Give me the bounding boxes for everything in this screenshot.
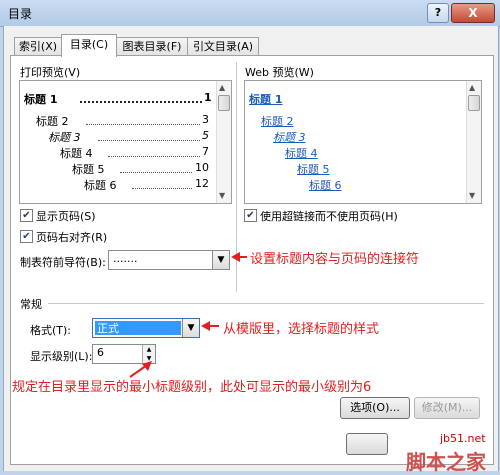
print-preview-scrollbar[interactable]: ▲ ▼ [216, 81, 231, 203]
leader-dots [132, 188, 192, 189]
web-link-2[interactable]: 标题 2 [261, 113, 294, 129]
use-hyperlinks-label: 使用超链接而不使用页码(H) [260, 210, 398, 223]
preview-page-2: 3 [202, 113, 209, 126]
preview-heading-1: 标题 1 [24, 93, 58, 106]
annotation-format: 从模版里，选择标题的样式 [223, 322, 380, 337]
preview-heading-6: 标题 6 [84, 179, 117, 192]
right-align-checkbox[interactable]: ✔ [20, 230, 33, 243]
watermark-site: jb51.net [440, 432, 486, 445]
chevron-down-icon[interactable]: ▼ [212, 251, 229, 269]
preview-page-1: 1 [204, 91, 212, 104]
close-button[interactable]: X [451, 3, 495, 23]
preview-heading-3: 标题 3 [48, 131, 81, 144]
tab-leader-select[interactable]: ....... ▼ [108, 250, 230, 270]
web-preview-scrollbar[interactable]: ▲ ▼ [466, 81, 481, 203]
preview-page-4: 7 [202, 145, 209, 158]
arrow-line [239, 256, 247, 258]
leader-dots [98, 140, 200, 141]
web-preview-label: Web 预览(W) [245, 66, 314, 79]
use-hyperlinks-checkbox[interactable]: ✔ [244, 209, 257, 222]
options-button[interactable]: 选项(O)... [340, 397, 410, 419]
preview-page-5: 10 [195, 161, 209, 174]
scroll-up-icon[interactable]: ▲ [219, 83, 225, 92]
web-link-1[interactable]: 标题 1 [249, 91, 282, 107]
modify-button[interactable]: 修改(M)... [414, 397, 480, 419]
preview-heading-4: 标题 4 [60, 147, 93, 160]
web-preview-box: 标题 1 标题 2 标题 3 标题 4 标题 5 标题 6 ▲ ▼ [244, 80, 482, 204]
general-label: 常规 [20, 298, 42, 311]
leader-dots [86, 124, 200, 125]
tab-contents[interactable]: 目录(C) [61, 34, 117, 57]
format-select[interactable]: 正式 ▼ [92, 318, 200, 338]
levels-label: 显示级别(L): [30, 350, 93, 363]
preview-heading-5: 标题 5 [72, 163, 105, 176]
scroll-thumb[interactable] [468, 95, 480, 111]
levels-value: 6 [97, 346, 104, 359]
annotation-leader: 设置标题内容与页码的连接符 [250, 252, 420, 267]
leader-dots [80, 101, 202, 103]
web-link-6[interactable]: 标题 6 [309, 177, 342, 193]
tab-citations[interactable]: 引文目录(A) [187, 37, 259, 56]
preview-page-6: 12 [195, 177, 209, 190]
leader-dots [120, 172, 192, 173]
tab-figures[interactable]: 图表目录(F) [116, 37, 188, 56]
preview-heading-2: 标题 2 [36, 115, 69, 128]
show-page-numbers-label: 显示页码(S) [36, 210, 96, 223]
web-link-3[interactable]: 标题 3 [273, 129, 306, 145]
web-link-5[interactable]: 标题 5 [297, 161, 330, 177]
web-link-4[interactable]: 标题 4 [285, 145, 318, 161]
annotation-levels: 规定在目录里显示的最小标题级别，此处可显示的最小级别为6 [12, 380, 372, 395]
general-divider [48, 303, 484, 304]
preview-page-3: 5 [202, 129, 209, 142]
tab-leader-value: ....... [113, 252, 138, 265]
print-preview-box: 标题 1 1 标题 2 3 标题 3 5 标题 4 7 标题 5 10 标题 6… [19, 80, 232, 204]
show-page-numbers-checkbox[interactable]: ✔ [20, 209, 33, 222]
scroll-down-icon[interactable]: ▼ [469, 191, 475, 200]
leader-dots [108, 156, 200, 157]
ok-button[interactable] [346, 433, 388, 455]
scroll-down-icon[interactable]: ▼ [219, 191, 225, 200]
chevron-down-icon[interactable]: ▼ [182, 319, 199, 337]
tab-leader-label: 制表符前导符(B): [20, 256, 106, 269]
right-align-label: 页码右对齐(R) [36, 231, 108, 244]
arrow-line [209, 325, 219, 327]
title-bar [0, 0, 500, 27]
print-preview-label: 打印预览(V) [20, 66, 81, 79]
format-label: 格式(T): [30, 324, 72, 337]
format-value: 正式 [97, 322, 119, 335]
tab-index[interactable]: 索引(X) [14, 37, 62, 56]
window-title: 目录 [8, 7, 33, 21]
scroll-thumb[interactable] [218, 95, 230, 111]
scroll-up-icon[interactable]: ▲ [469, 83, 475, 92]
help-button[interactable]: ? [427, 3, 449, 23]
